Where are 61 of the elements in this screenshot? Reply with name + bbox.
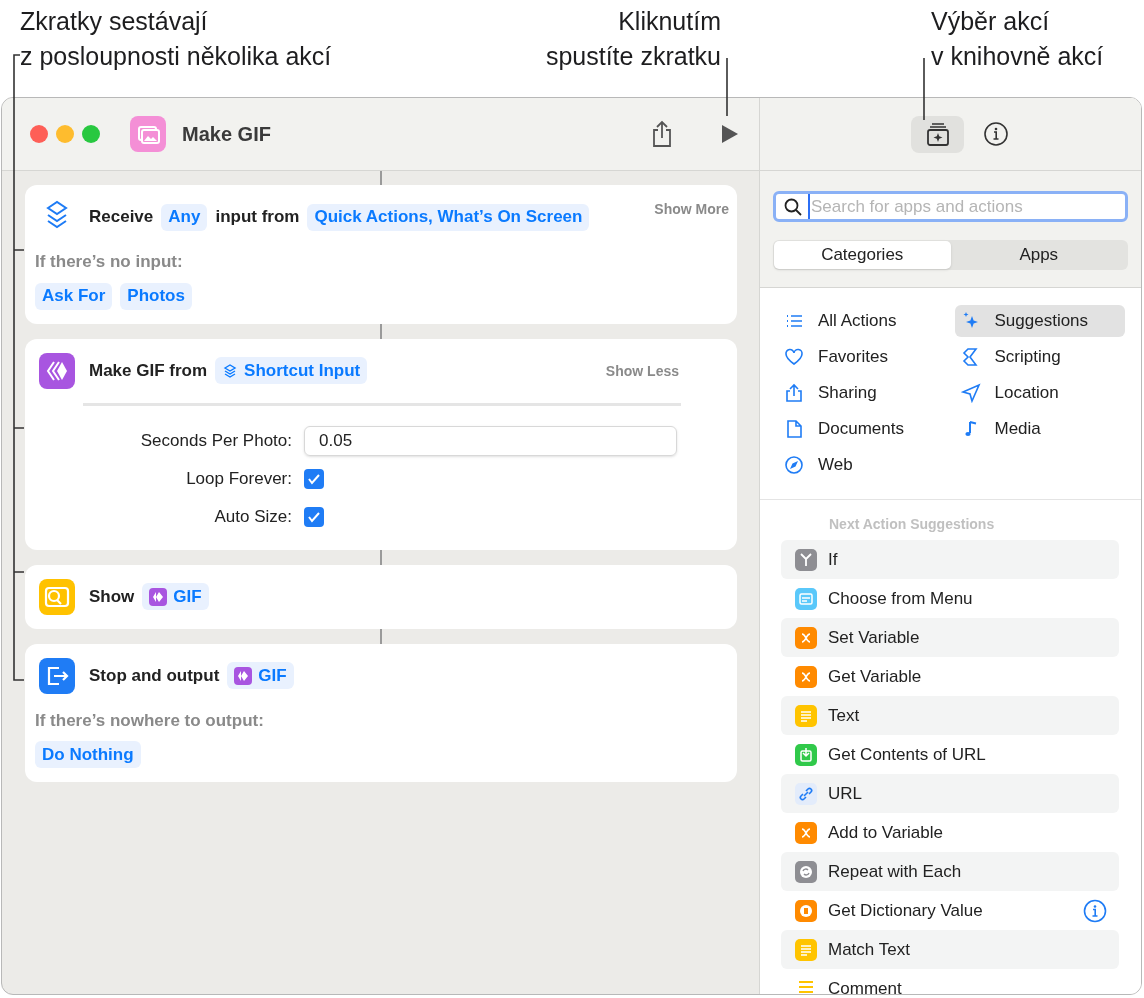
action-label: Add to Variable [828,821,944,844]
option-token[interactable]: Do Nothing [35,741,141,768]
category-item[interactable]: Sharing [778,377,941,409]
action-row[interactable]: Choose from Menu [781,579,1119,618]
action-label: Text [828,704,861,727]
category-item[interactable]: All Actions [778,305,941,337]
category-item[interactable]: Media [954,413,1125,445]
window-title: Make GIF [182,122,271,147]
variable-token[interactable]: Quick Actions, What’s On Screen [307,203,590,231]
callout-text: Kliknutím spustíte zkratku [545,6,721,72]
category-item[interactable]: Favorites [778,341,941,373]
variable-token[interactable]: Any [161,203,208,231]
action-label: Receive [89,206,154,229]
action-row[interactable]: Get Variable [781,657,1119,696]
variable-token[interactable]: GIF [142,583,209,610]
action-label: Get Dictionary Value [828,899,984,922]
action-label: Make GIF from [89,359,208,382]
action-label: Repeat with Each [828,860,963,883]
action-label: Show [89,585,135,608]
action-row[interactable]: Set Variable [781,618,1119,657]
action-row[interactable]: Text [781,696,1119,735]
category-item[interactable]: Documents [778,413,941,445]
action-label: URL [828,782,863,805]
action-row[interactable]: Match Text [781,930,1119,969]
action-label: Stop and output [89,664,220,687]
action-row[interactable]: If [781,540,1119,579]
search-field[interactable]: Search for apps and actions [773,191,1128,222]
action-label: If [828,548,839,571]
category-item[interactable]: Scripting [954,341,1125,373]
section-label: If there’s no input: [35,251,184,273]
action-label: Set Variable [828,626,921,649]
action-label: Comment [828,977,903,994]
action-label: Choose from Menu [828,587,974,610]
parameter-label: Loop Forever: [185,467,292,490]
show-toggle[interactable]: Show Less [605,360,679,382]
action-row[interactable]: URL [781,774,1119,813]
option-token[interactable]: Ask For [35,282,113,310]
parameter-label: Seconds Per Photo: [139,429,292,452]
action-row[interactable]: Get Dictionary Value [781,891,1119,930]
callout-text: Zkratky sestávají z posloupnosti několika akcí [20,6,332,72]
action-label: Get Variable [828,665,923,688]
segment-tab[interactable]: Apps [950,241,1127,269]
variable-token[interactable]: GIF [227,662,294,689]
section-heading: Next Action Suggestions [828,515,996,534]
category-item[interactable]: Web [778,449,941,481]
action-label: input from [215,206,300,229]
action-label: Get Contents of URL [828,743,987,766]
action-row[interactable]: Add to Variable [781,813,1119,852]
option-token[interactable]: Photos [120,282,192,310]
action-row[interactable]: Repeat with Each [781,852,1119,891]
variable-token[interactable]: Shortcut Input [215,357,368,384]
segment-tab[interactable]: Categories [774,241,951,269]
callout-text: Výběr akcí v knihovně akcí [931,6,1104,72]
action-label: Match Text [828,938,911,961]
parameter-label: Auto Size: [213,505,292,528]
text-field[interactable]: 0.05 [304,425,677,456]
action-row[interactable]: Get Contents of URL [781,735,1119,774]
action-row[interactable]: Comment [781,969,1119,994]
category-item[interactable]: Location [954,377,1125,409]
section-label: If there’s nowhere to output: [35,709,265,732]
category-item[interactable]: Suggestions [954,305,1125,337]
